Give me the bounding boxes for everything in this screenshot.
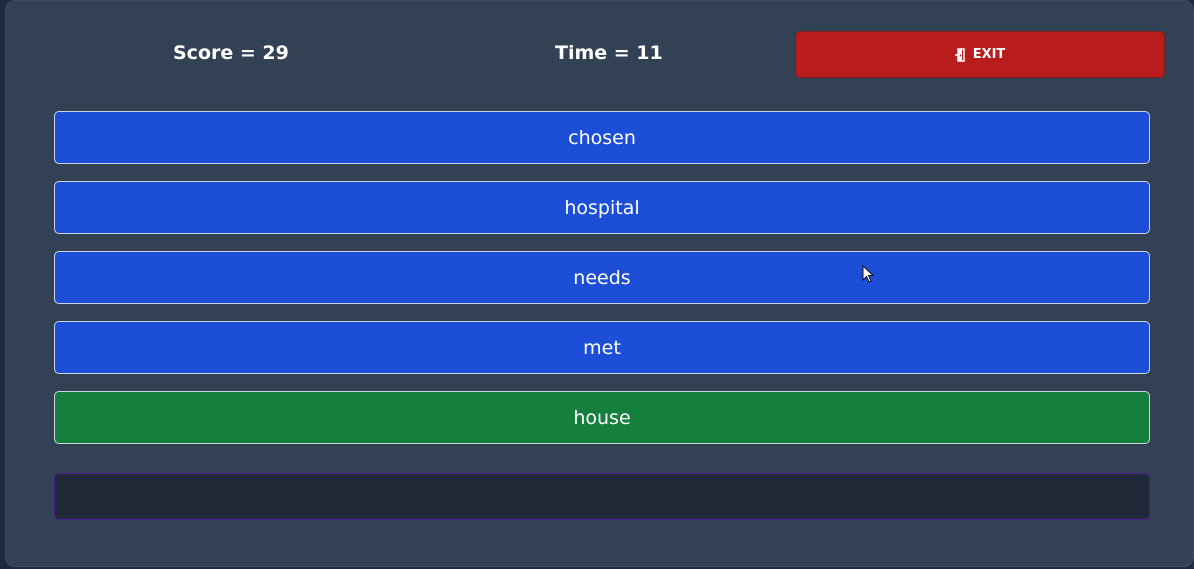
choice-button[interactable]: chosen [54,111,1150,164]
game-panel: Score = 29 Time = 11 EXIT chosen hospita… [5,0,1194,567]
choice-button[interactable]: met [54,321,1150,374]
door-exit-icon [954,47,967,62]
choice-button[interactable]: needs [54,251,1150,304]
mouse-pointer-icon [862,265,874,283]
timer-display: Time = 11 [555,42,663,64]
score-display: Score = 29 [173,42,289,64]
exit-button-label: EXIT [972,47,1006,62]
choice-list: chosen hospital needs met house [54,111,1150,461]
choice-button[interactable]: hospital [54,181,1150,234]
choice-button-selected[interactable]: house [54,391,1150,444]
answer-input[interactable] [54,473,1150,520]
game-header: Score = 29 Time = 11 EXIT [6,31,1194,79]
exit-button[interactable]: EXIT [795,31,1165,78]
